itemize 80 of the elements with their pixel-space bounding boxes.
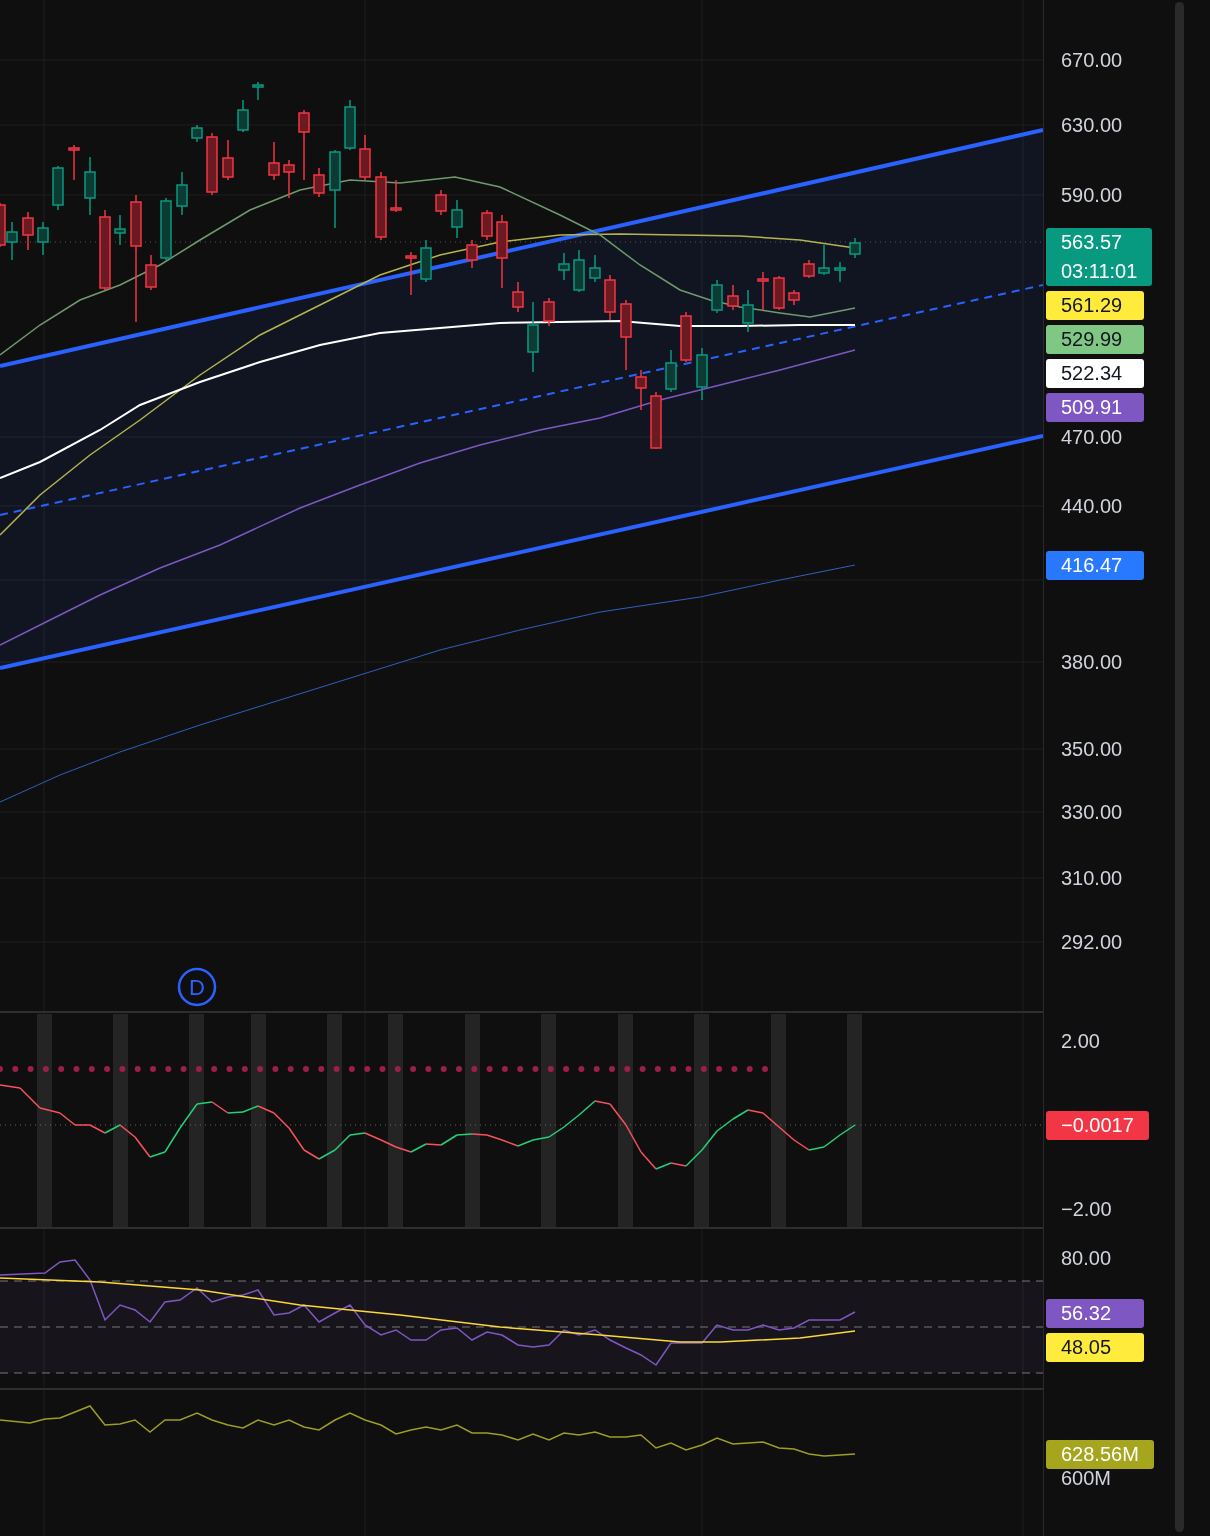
candlestick	[84, 156, 96, 216]
price-label: 561.29	[1046, 290, 1144, 320]
price-label: 563.57 03:11:01	[1046, 228, 1153, 286]
candlestick	[773, 275, 785, 311]
candlestick	[313, 167, 325, 198]
candlestick	[620, 299, 632, 371]
candlestick	[834, 261, 846, 283]
candlestick	[37, 221, 49, 256]
axis-tick-label: 380.00	[1061, 650, 1123, 674]
candlestick	[573, 249, 585, 293]
candlestick	[589, 254, 601, 283]
candlestick	[22, 211, 34, 251]
candlestick	[252, 81, 264, 101]
candlestick	[451, 199, 463, 239]
price-label: 416.47	[1046, 550, 1144, 580]
candlestick	[237, 99, 249, 133]
candlestick	[435, 189, 447, 216]
candlestick	[849, 237, 861, 259]
axis-tick-label: 2.00	[1061, 1029, 1100, 1053]
candlestick	[176, 171, 188, 216]
candlestick	[727, 284, 739, 311]
price-label: 48.05	[1046, 1332, 1144, 1362]
candlestick	[359, 134, 371, 181]
candlestick	[405, 251, 417, 296]
candlestick	[558, 252, 570, 281]
candlestick	[52, 165, 64, 211]
candlestick	[680, 311, 692, 363]
candlestick	[803, 259, 815, 279]
candlestick	[222, 139, 234, 181]
candlestick	[650, 391, 662, 450]
axis-tick-label: 80.00	[1061, 1246, 1112, 1270]
candlestick	[742, 289, 754, 333]
price-label: 628.56M	[1046, 1439, 1154, 1469]
axis-tick-label: 470.00	[1061, 425, 1123, 449]
scrollbar[interactable]	[1175, 2, 1184, 1532]
axis-tick-label: 600M	[1061, 1466, 1112, 1490]
price-label: 56.32	[1046, 1298, 1144, 1328]
axis-tick-label: 440.00	[1061, 494, 1123, 518]
price-label: 509.91	[1046, 392, 1144, 422]
candlestick	[481, 209, 493, 241]
price-label: −0.0017	[1046, 1110, 1149, 1140]
candlestick	[114, 214, 126, 246]
axis-tick-label: 670.00	[1061, 48, 1123, 72]
axis-tick-label: −2.00	[1061, 1197, 1112, 1221]
candlestick	[665, 349, 677, 393]
candlestick	[145, 254, 157, 291]
axis-tick-label: 590.00	[1061, 183, 1123, 207]
candlestick	[788, 289, 800, 306]
candlestick	[543, 297, 555, 327]
candlestick	[206, 132, 218, 196]
candlestick	[527, 301, 539, 373]
price-label: 529.99	[1046, 324, 1144, 354]
candlestick	[390, 179, 402, 213]
candlestick	[160, 197, 172, 261]
candlestick	[757, 271, 769, 311]
candlestick	[191, 124, 203, 143]
candlestick	[420, 239, 432, 283]
candlestick	[268, 141, 280, 181]
candlestick	[68, 144, 80, 181]
axis-tick-label: 310.00	[1061, 866, 1123, 890]
axis-tick-label: 630.00	[1061, 113, 1123, 137]
channel-upper-line[interactable]	[0, 128, 1043, 368]
axis-tick-label: 292.00	[1061, 930, 1123, 954]
axis-tick-label: 350.00	[1061, 737, 1123, 761]
candlestick	[298, 109, 310, 181]
candlestick	[711, 279, 723, 314]
candlestick	[635, 369, 647, 411]
candlestick	[818, 244, 830, 276]
event-marker[interactable]: D	[177, 967, 217, 1007]
candlestick	[696, 347, 708, 401]
candlestick	[604, 274, 616, 321]
axis-tick-label: 330.00	[1061, 800, 1123, 824]
candlestick	[466, 239, 478, 269]
candlestick	[344, 99, 356, 151]
price-label: 522.34	[1046, 358, 1144, 388]
channel-median-line[interactable]	[0, 284, 1043, 516]
candlestick	[283, 159, 295, 199]
channel-lower-line[interactable]	[0, 434, 1043, 670]
candlestick	[375, 171, 387, 241]
candlestick	[512, 281, 524, 313]
